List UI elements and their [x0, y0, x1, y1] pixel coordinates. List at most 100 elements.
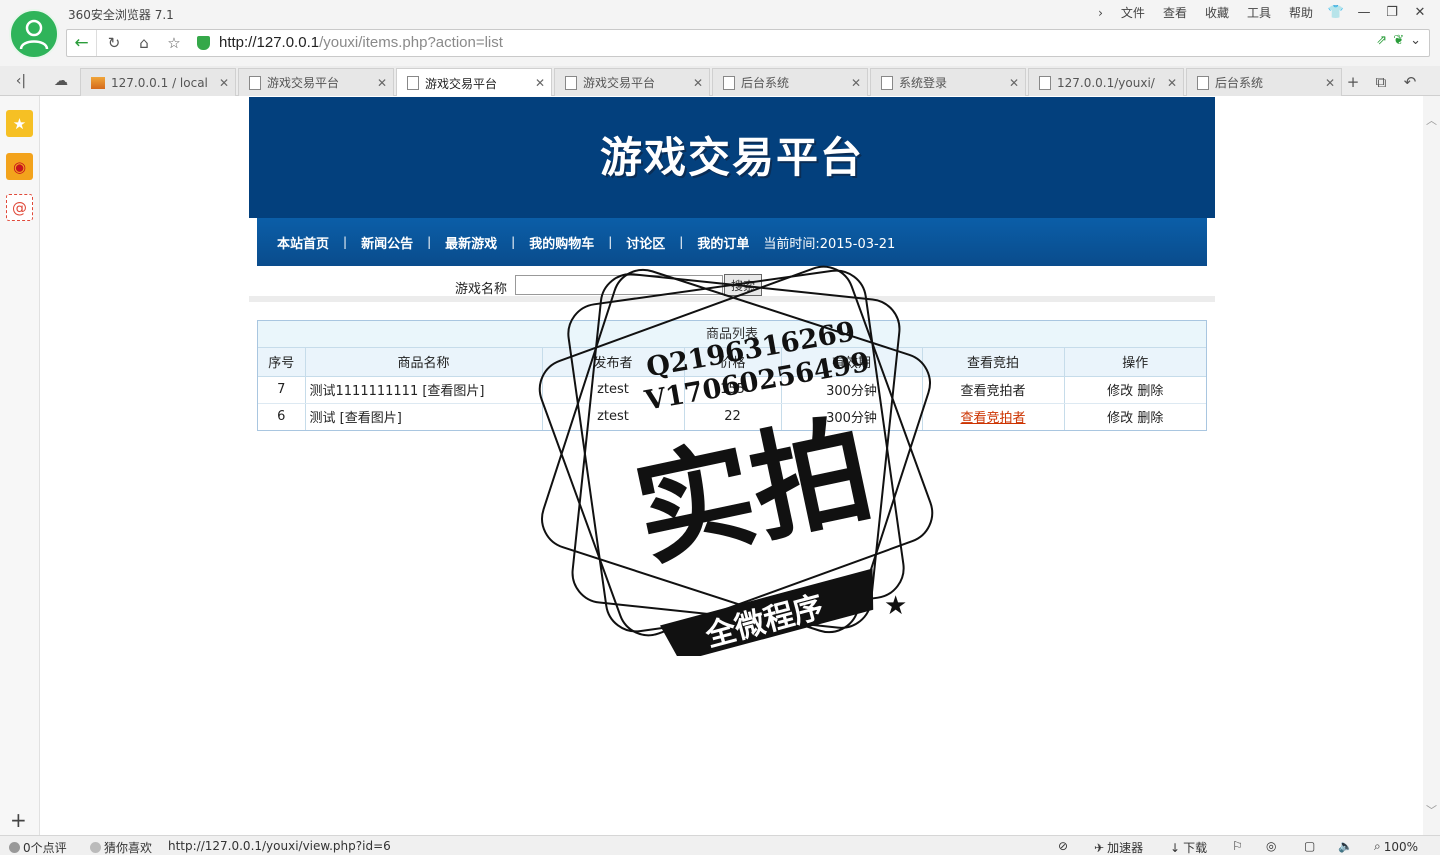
- home-icon[interactable]: ⌂: [129, 31, 159, 55]
- pma-favicon-icon: [91, 76, 105, 89]
- speed-icon[interactable]: ⊘: [1058, 839, 1068, 853]
- title-bar: 360安全浏览器 7.1 › 文件 查看 收藏 工具 帮助 👕 — ❐ ✕: [0, 0, 1440, 28]
- tab-close-icon[interactable]: ✕: [1003, 76, 1025, 90]
- weibo-icon[interactable]: ◉: [6, 153, 33, 180]
- window-icon[interactable]: ▢: [1304, 839, 1315, 853]
- edit-link[interactable]: 修改: [1107, 411, 1133, 426]
- maximize-button[interactable]: ❐: [1380, 2, 1404, 22]
- product-table: 序号 商品名称 发布者 价格 有效期 查看竞拍 操作 7 测试111111111…: [258, 348, 1206, 430]
- tab-close-icon[interactable]: ✕: [1161, 76, 1183, 90]
- scroll-up-icon[interactable]: ︿: [1426, 112, 1437, 128]
- col-header: 价格: [684, 348, 782, 377]
- delete-link[interactable]: 删除: [1137, 384, 1163, 399]
- tab-close-icon[interactable]: ✕: [687, 76, 709, 90]
- new-tab-plus-icon[interactable]: +: [1342, 72, 1364, 92]
- url-actions: ⇗ ❦ ⌄: [1376, 33, 1421, 48]
- tab-admin-1[interactable]: 后台系统 ✕: [712, 68, 868, 96]
- tab-scroll-left-icon[interactable]: ‹|: [10, 71, 32, 91]
- menu-tools[interactable]: 工具: [1238, 4, 1280, 21]
- tab-game-platform-active[interactable]: 游戏交易平台 ✕: [396, 68, 552, 97]
- tab-close-icon[interactable]: ✕: [213, 76, 235, 90]
- tab-login[interactable]: 系统登录 ✕: [870, 68, 1026, 96]
- menu-file[interactable]: 文件: [1112, 4, 1154, 21]
- tab-bar: ‹| ☁ 127.0.0.1 / local ✕ 游戏交易平台 ✕ 游戏交易平台…: [0, 66, 1440, 97]
- nav-forum[interactable]: 讨论区: [626, 233, 665, 252]
- tab-game-platform-3[interactable]: 游戏交易平台 ✕: [554, 68, 710, 96]
- product-name-link[interactable]: 测试 [查看图片]: [310, 411, 402, 426]
- star-icon: ★: [656, 653, 679, 656]
- zoom-label: 100%: [1383, 839, 1419, 854]
- cloud-icon[interactable]: ☁: [50, 71, 72, 91]
- tab-admin-2[interactable]: 后台系统 ✕: [1186, 68, 1342, 96]
- table-header-row: 序号 商品名称 发布者 价格 有效期 查看竞拍 操作: [258, 348, 1206, 377]
- vertical-scrollbar[interactable]: ︿ ﹀: [1423, 96, 1440, 835]
- page-favicon-icon: [1197, 75, 1209, 90]
- game-name-input[interactable]: [515, 275, 723, 295]
- tab-close-icon[interactable]: ✕: [845, 76, 867, 90]
- site-banner: 游戏交易平台: [249, 97, 1215, 218]
- cell-publisher: ztest: [542, 376, 685, 404]
- sound-icon[interactable]: 🔈: [1338, 839, 1353, 853]
- stamp-frame: [541, 268, 931, 634]
- dropdown-chevron-icon[interactable]: ⌄: [1410, 33, 1421, 48]
- refresh-icon[interactable]: ↻: [99, 31, 129, 55]
- download-icon: ↓: [1170, 840, 1181, 855]
- ie-icon[interactable]: ◎: [1266, 839, 1276, 853]
- url-box[interactable]: ← ↻ ⌂ ☆ http://127.0.0.1/youxi/items.php…: [66, 29, 1430, 57]
- nav-orders[interactable]: 我的订单: [697, 233, 749, 252]
- skin-icon[interactable]: 👕: [1324, 2, 1348, 22]
- app-title: 360安全浏览器 7.1: [68, 8, 174, 22]
- col-header: 查看竞拍: [922, 348, 1065, 377]
- tab-close-icon[interactable]: ✕: [371, 76, 393, 90]
- product-name-link[interactable]: 测试1111111111 [查看图片]: [310, 384, 485, 399]
- accelerator-label: 加速器: [1107, 841, 1144, 855]
- tab-game-platform-1[interactable]: 游戏交易平台 ✕: [238, 68, 394, 96]
- reviews-status[interactable]: 0个点评: [9, 839, 67, 855]
- tab-label: 127.0.0.1/youxi/: [1057, 75, 1155, 90]
- tab-phpmyadmin[interactable]: 127.0.0.1 / local ✕: [80, 68, 236, 96]
- share-icon[interactable]: ⇗: [1376, 33, 1387, 48]
- guess-status[interactable]: 猜你喜欢: [90, 839, 152, 855]
- minimize-button[interactable]: —: [1352, 2, 1376, 22]
- nav-latest-games[interactable]: 最新游戏: [445, 233, 497, 252]
- tab-list-icon[interactable]: ⧉: [1370, 72, 1392, 92]
- menu-chevron-icon[interactable]: ›: [1089, 6, 1112, 20]
- delete-link[interactable]: 删除: [1137, 411, 1163, 426]
- cell-validity: 300分钟: [781, 403, 923, 430]
- address-toolbar: ← ↻ ⌂ ☆ http://127.0.0.1/youxi/items.php…: [0, 28, 1440, 66]
- leaf-icon[interactable]: ❦: [1393, 33, 1404, 48]
- window-controls: 👕 — ❐ ✕: [1324, 2, 1432, 22]
- divider: [249, 296, 1215, 302]
- accelerator-status[interactable]: ✈ 加速器: [1094, 839, 1143, 855]
- tab-close-icon[interactable]: ✕: [529, 76, 551, 90]
- view-bidders-link[interactable]: 查看竞拍者: [960, 384, 1025, 399]
- nav-cart[interactable]: 我的购物车: [529, 233, 594, 252]
- favorites-star-icon[interactable]: ★: [6, 110, 33, 137]
- url-text[interactable]: http://127.0.0.1/youxi/items.php?action=…: [219, 34, 503, 51]
- back-arrow-icon[interactable]: ←: [67, 30, 97, 56]
- download-status[interactable]: ↓ 下载: [1170, 839, 1207, 855]
- flag-icon[interactable]: ⚐: [1232, 839, 1243, 853]
- zoom-icon: ⌕: [1374, 839, 1381, 853]
- tab-close-icon[interactable]: ✕: [1319, 76, 1341, 90]
- nav-home[interactable]: 本站首页: [277, 233, 329, 252]
- nav-news[interactable]: 新闻公告: [361, 233, 413, 252]
- search-button[interactable]: 搜索: [724, 274, 762, 296]
- close-window-button[interactable]: ✕: [1408, 2, 1432, 22]
- scroll-down-icon[interactable]: ﹀: [1426, 802, 1437, 818]
- undo-close-icon[interactable]: ↶: [1399, 72, 1421, 92]
- mail-at-icon[interactable]: @: [6, 194, 33, 221]
- favorite-star-icon[interactable]: ☆: [159, 31, 189, 55]
- sidebar-add-icon[interactable]: +: [10, 808, 27, 832]
- menu-help[interactable]: 帮助: [1280, 4, 1322, 21]
- edit-link[interactable]: 修改: [1107, 384, 1133, 399]
- menu-view[interactable]: 查看: [1154, 4, 1196, 21]
- user-avatar[interactable]: [9, 9, 59, 59]
- zoom-status[interactable]: ⌕ 100%: [1374, 839, 1418, 854]
- menu-favorites[interactable]: 收藏: [1196, 4, 1238, 21]
- view-bidders-link[interactable]: 查看竞拍者: [960, 411, 1025, 426]
- tab-youxi[interactable]: 127.0.0.1/youxi/ ✕: [1028, 68, 1184, 96]
- search-row: 游戏名称 搜索: [249, 274, 1215, 302]
- cell-price: 22: [684, 403, 782, 430]
- site-nav: 本站首页 | 新闻公告 | 最新游戏 | 我的购物车 | 讨论区 | 我的订单 …: [257, 218, 1207, 266]
